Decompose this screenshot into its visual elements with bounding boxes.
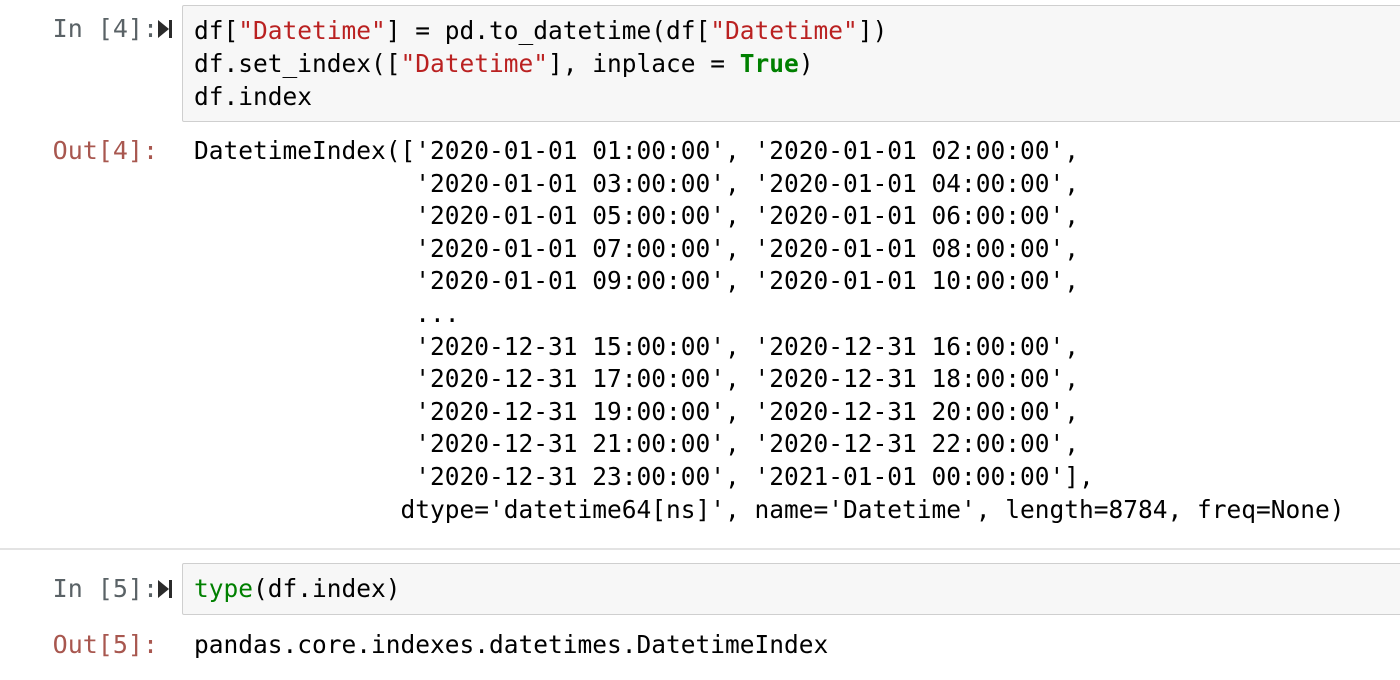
output-line: '2020-12-31 19:00:00', '2020-12-31 20:00… [194,396,1080,426]
code-token: df.set_index([ [194,49,401,78]
code-keyword: type [194,574,254,603]
output-text: DatetimeIndex(['2020-01-01 01:00:00', '2… [194,135,1345,526]
code-string: "Datetime" [400,49,549,78]
code-string: "Datetime" [710,16,858,45]
input-prompt: In [4]: [52,14,158,43]
input-prompt: In [5]: [52,574,158,603]
code-keyword: True [739,49,799,78]
output-prompt: Out[5]: [52,630,158,659]
output-line: pandas.core.indexes.datetimes.DatetimeIn… [194,630,829,659]
code-token: ] = pd.to_datetime(df[ [385,16,711,45]
output-line: DatetimeIndex(['2020-01-01 01:00:00', '2… [194,136,1080,165]
output-line: '2020-01-01 07:00:00', '2020-01-01 08:00… [194,233,1080,263]
code-token: ) [798,49,814,78]
output-prompt: Out[4]: [52,136,158,165]
run-cell-icon [157,19,173,43]
code-input-area[interactable]: type(df.index) [182,563,1400,615]
output-line: dtype='datetime64[ns]', name='Datetime',… [194,494,1345,524]
output-text: pandas.core.indexes.datetimes.DatetimeIn… [194,629,828,662]
code-token: ]) [857,16,888,45]
code-input-area[interactable]: df["Datetime"] = pd.to_datetime(df["Date… [182,5,1400,122]
code-token: df[ [194,16,239,45]
code-string: "Datetime" [238,16,386,45]
run-cell-button[interactable] [156,580,174,602]
code-editor[interactable]: type(df.index) [194,572,401,605]
code-token: df.index [194,82,313,111]
code-editor[interactable]: df["Datetime"] = pd.to_datetime(df["Date… [194,14,887,113]
output-line: ... [194,298,460,328]
output-line: '2020-01-01 09:00:00', '2020-01-01 10:00… [194,266,1080,296]
run-cell-icon [157,579,173,603]
output-line: '2020-12-31 15:00:00', '2020-12-31 16:00… [194,331,1080,361]
cell-divider [0,548,1400,550]
output-line: '2020-12-31 23:00:00', '2021-01-01 00:00… [194,461,1094,491]
output-line: '2020-12-31 17:00:00', '2020-12-31 18:00… [194,364,1080,394]
output-line: '2020-12-31 21:00:00', '2020-12-31 22:00… [194,429,1080,459]
output-line: '2020-01-01 03:00:00', '2020-01-01 04:00… [194,168,1080,198]
code-token: ], inplace = [548,49,740,78]
run-cell-button[interactable] [156,20,174,42]
output-line: '2020-01-01 05:00:00', '2020-01-01 06:00… [194,201,1080,231]
code-token: (df.index) [253,574,401,603]
